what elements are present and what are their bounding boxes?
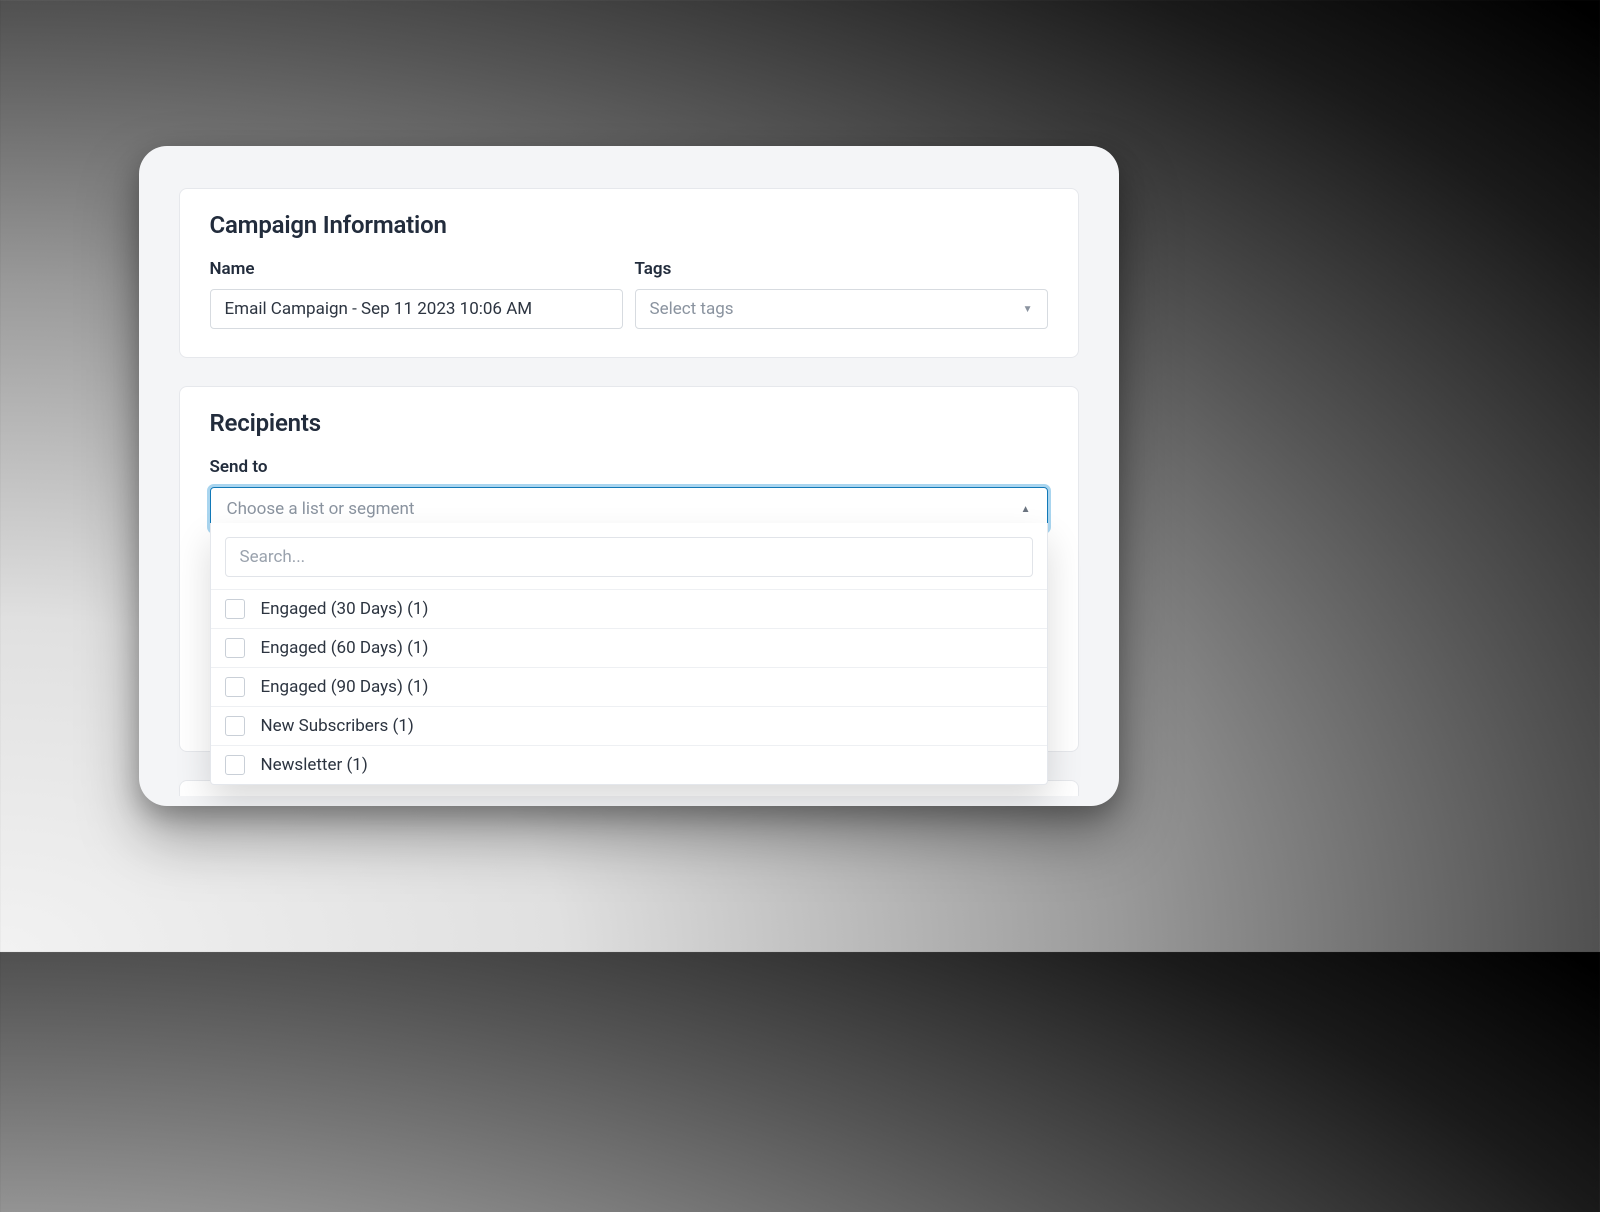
sendto-label: Send to [210,457,1048,477]
tags-placeholder: Select tags [650,299,734,319]
recipients-card: Recipients Send to Choose a list or segm… [179,386,1079,752]
campaign-info-title: Campaign Information [210,211,1048,239]
checkbox-icon[interactable] [225,716,245,736]
list-item-label: New Subscribers (1) [261,716,414,736]
checkbox-icon[interactable] [225,755,245,775]
sendto-dropdown: Engaged (30 Days) (1) Engaged (60 Days) … [210,523,1048,785]
list-item[interactable]: Engaged (30 Days) (1) [211,589,1047,628]
campaign-info-card: Campaign Information Name Tags Select ta… [179,188,1079,358]
tags-field: Tags Select tags ▼ [635,259,1048,329]
tags-label: Tags [635,259,1048,279]
name-label: Name [210,259,623,279]
caret-down-icon: ▼ [1023,304,1033,315]
sendto-placeholder: Choose a list or segment [227,499,415,519]
stage: Campaign Information Name Tags Select ta… [0,0,1257,952]
campaign-name-input[interactable] [210,289,623,329]
list-item-label: Engaged (60 Days) (1) [261,638,429,658]
tags-select[interactable]: Select tags ▼ [635,289,1048,329]
checkbox-icon[interactable] [225,677,245,697]
list-item[interactable]: New Subscribers (1) [211,706,1047,745]
dropdown-search-input[interactable] [225,537,1033,577]
list-item[interactable]: Engaged (60 Days) (1) [211,628,1047,667]
app-window: Campaign Information Name Tags Select ta… [139,146,1119,806]
caret-up-icon: ▲ [1021,504,1031,515]
list-item-label: Engaged (90 Days) (1) [261,677,429,697]
dropdown-search-wrap [211,537,1047,589]
name-field: Name [210,259,623,329]
campaign-fields-row: Name Tags Select tags ▼ [210,259,1048,329]
list-item[interactable]: Engaged (90 Days) (1) [211,667,1047,706]
list-item-label: Newsletter (1) [261,755,368,775]
checkbox-icon[interactable] [225,638,245,658]
sendto-field: Send to Choose a list or segment ▲ [210,457,1048,531]
recipients-title: Recipients [210,409,1048,437]
checkbox-icon[interactable] [225,599,245,619]
list-item[interactable]: Newsletter (1) [211,745,1047,784]
list-item-label: Engaged (30 Days) (1) [261,599,429,619]
